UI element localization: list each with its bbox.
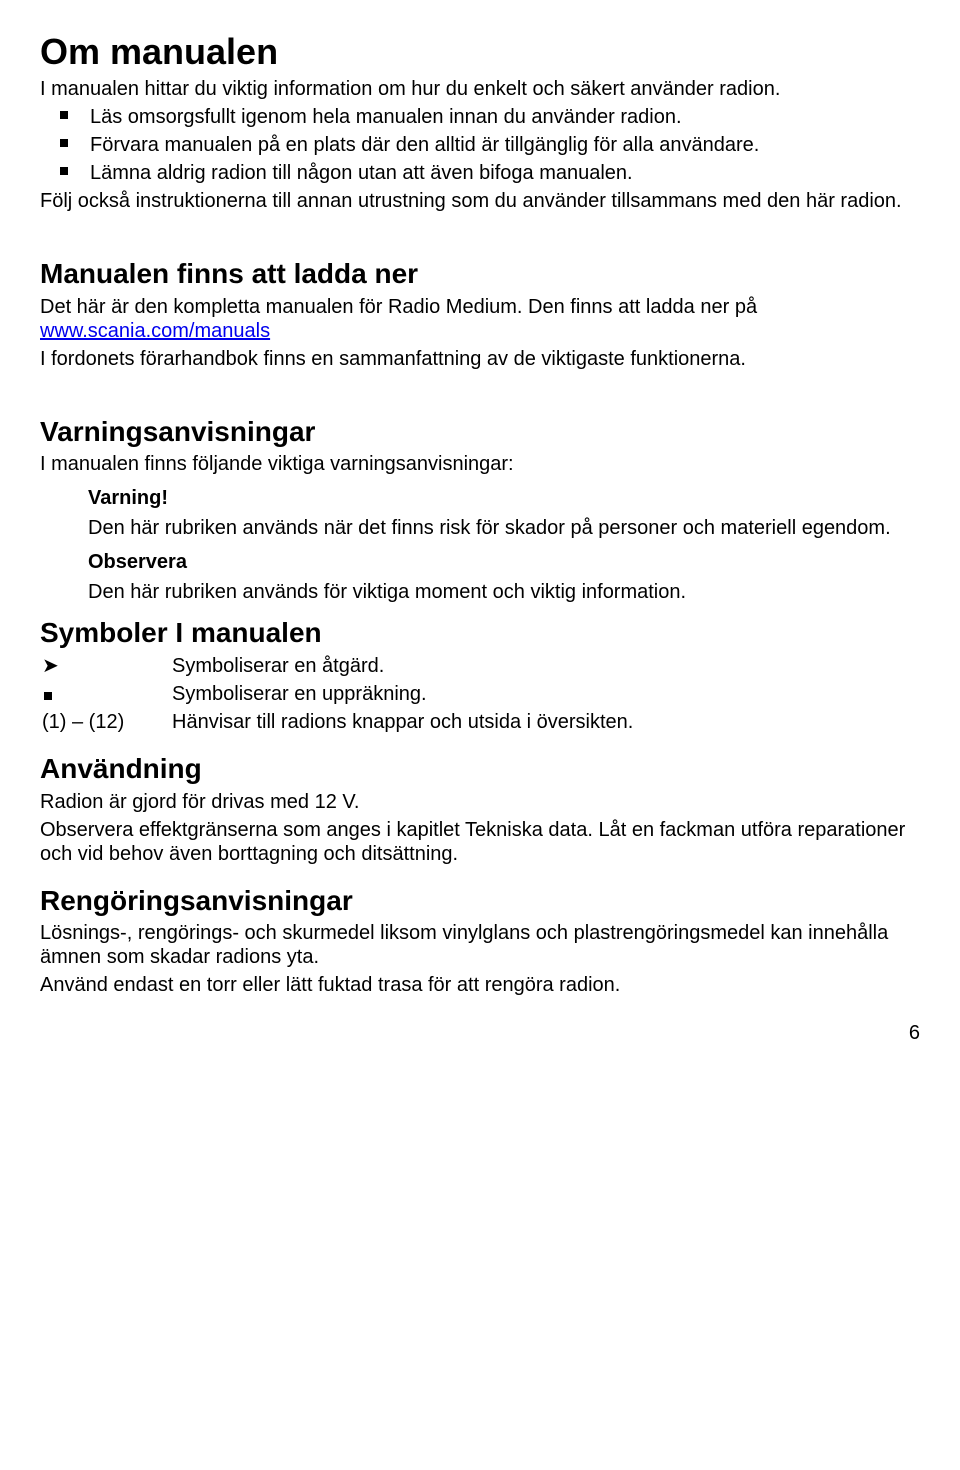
intro-text: I manualen hittar du viktig information … [40,77,920,101]
varning-text: Den här rubriken används när det finns r… [88,516,920,540]
heading-ladda-ner: Manualen finns att ladda ner [40,257,920,291]
body-text: I fordonets förarhandbok finns en samman… [40,347,920,371]
list-item: Lämna aldrig radion till någon utan att … [40,161,920,185]
list-item: Förvara manualen på en plats där den all… [40,133,920,157]
observera-text: Den här rubriken används för viktiga mom… [88,580,920,604]
bullet-list: Läs omsorgsfullt igenom hela manualen in… [40,105,920,185]
body-text: Radion är gjord för drivas med 12 V. [40,790,920,814]
page-number: 6 [40,1021,920,1045]
heading-anvandning: Användning [40,752,920,786]
body-text: Lösnings-, rengörings- och skurmedel lik… [40,921,920,969]
symbol-description: Symboliserar en uppräkning. [172,682,920,706]
symbol-row: Symboliserar en uppräkning. [40,682,920,706]
heading-varningsanvisningar: Varningsanvisningar [40,415,920,449]
manuals-link[interactable]: www.scania.com/manuals [40,320,270,342]
list-item: Läs omsorgsfullt igenom hela manualen in… [40,105,920,129]
symbol-description: Symboliserar en åtgärd. [172,654,920,678]
heading-symboler: Symboler I manualen [40,616,920,650]
body-text: Det här är den kompletta manualen för Ra… [40,295,920,343]
body-text: Observera effektgränserna som anges i ka… [40,818,920,866]
body-text: I manualen finns följande viktiga varnin… [40,452,920,476]
heading-rengoring: Rengöringsanvisningar [40,884,920,918]
symbol-row: ➤ Symboliserar en åtgärd. [40,654,920,678]
varning-label: Varning! [88,486,920,510]
number-range-label: (1) – (12) [40,710,172,734]
symbol-description: Hänvisar till radions knappar och utsida… [172,710,920,734]
outro-text: Följ också instruktionerna till annan ut… [40,189,920,213]
observera-label: Observera [88,550,920,574]
symbol-row: (1) – (12) Hänvisar till radions knappar… [40,710,920,734]
warning-block: Varning! Den här rubriken används när de… [88,486,920,604]
body-text: Använd endast en torr eller lätt fuktad … [40,973,920,997]
arrow-icon: ➤ [40,654,172,678]
text-span: Det här är den kompletta manualen för Ra… [40,296,757,318]
heading-om-manualen: Om manualen [40,30,920,73]
square-icon [40,682,172,706]
